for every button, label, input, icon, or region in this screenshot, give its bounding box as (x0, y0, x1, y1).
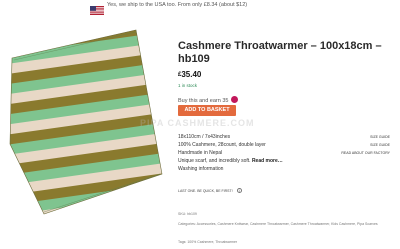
spec-line: 100% Cashmere, 28count, double layer (178, 142, 266, 148)
watermark: PIPA CASHMERE.COM (140, 118, 255, 128)
last-one-notice: LAST ONE. BE QUICK, BE FIRST! i (178, 188, 242, 193)
spec-line: Handmade in Nepal (178, 150, 223, 156)
product-price: £35.40 (178, 70, 201, 79)
earn-points: Buy this and earn 35 (178, 96, 238, 104)
side-links: SIZE GUIDE SIZE GUIDE READ ABOUT OUR FAC… (330, 133, 390, 157)
product-title: Cashmere Throatwarmer – 100x18cm – hb109 (178, 40, 382, 65)
factory-link[interactable]: READ ABOUT OUR FACTORY (330, 149, 390, 157)
points-badge-icon (230, 96, 238, 103)
product-info: Cashmere Throatwarmer – 100x18cm – hb109 (178, 40, 398, 66)
earn-text: Buy this and earn 35 (178, 98, 229, 104)
spec-line: Unique scarf, and incredibly soft. Read … (178, 157, 283, 165)
last-one-text: LAST ONE. BE QUICK, BE FIRST! (178, 189, 233, 193)
spec-text: Unique scarf, and incredibly soft. (178, 158, 251, 164)
shipping-banner: Yes, we ship to the USA too. From only £… (0, 0, 400, 15)
info-icon[interactable]: i (236, 188, 242, 193)
us-flag-icon (90, 2, 104, 15)
product-tags: Tags: 100% Cashmere, Throatwarmer (178, 240, 238, 244)
product-sku: SKU: hb109 (178, 212, 197, 216)
size-guide-link[interactable]: SIZE GUIDE (330, 133, 390, 141)
spec-line: 18x110cm / 7x43inches (178, 134, 231, 140)
add-to-basket-button[interactable]: ADD TO BASKET (178, 105, 236, 116)
price-value: 35.40 (181, 70, 202, 79)
size-guide-link-2[interactable]: SIZE GUIDE (330, 141, 390, 149)
shipping-text: Yes, we ship to the USA too. From only £… (107, 2, 248, 8)
read-more-link[interactable]: Read more… (252, 158, 283, 164)
washing-info-link[interactable]: Washing information (178, 165, 283, 173)
stock-status: 1 in stock (178, 83, 198, 88)
product-specs: 18x110cm / 7x43inches 100% Cashmere, 28c… (178, 133, 283, 173)
product-categories: Categories: Accessories, Cashmere Knitwe… (178, 222, 378, 226)
